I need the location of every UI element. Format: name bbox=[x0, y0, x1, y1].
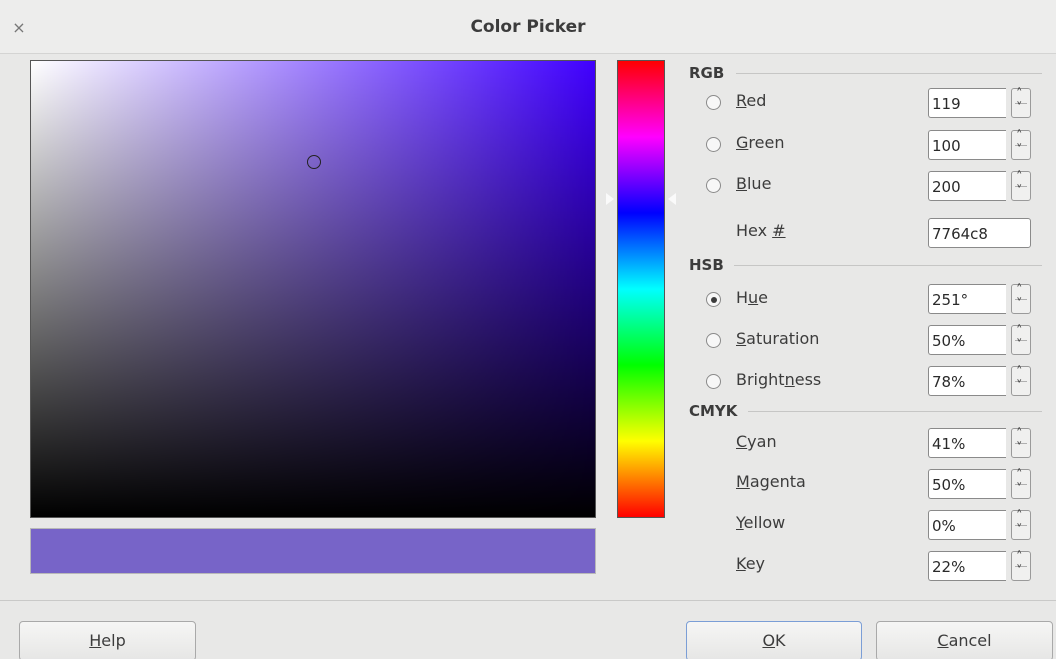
spin-arrows-icon[interactable] bbox=[1011, 129, 1031, 160]
title-bar: × Color Picker bbox=[0, 0, 1056, 54]
spin-arrows-icon[interactable] bbox=[1011, 427, 1031, 458]
label-saturation: Saturation bbox=[736, 329, 820, 348]
spin-arrows-icon[interactable] bbox=[1011, 468, 1031, 499]
cyan-input[interactable]: 41% bbox=[928, 428, 1006, 458]
triangle-marker-icon[interactable] bbox=[668, 192, 676, 205]
label-hue: Hue bbox=[736, 288, 769, 307]
spin-arrows-icon[interactable] bbox=[1011, 324, 1031, 355]
cancel-button[interactable]: Cancel bbox=[876, 621, 1053, 659]
section-rgb: RGB bbox=[689, 64, 725, 82]
brightness-input[interactable]: 78% bbox=[928, 366, 1006, 396]
label-blue: Blue bbox=[736, 174, 772, 193]
label-yellow: Yellow bbox=[736, 513, 786, 532]
section-hsb: HSB bbox=[689, 256, 724, 274]
saturation-brightness-field[interactable] bbox=[30, 60, 596, 518]
color-preview bbox=[30, 528, 596, 574]
radio-red[interactable] bbox=[706, 95, 721, 110]
color-cursor[interactable] bbox=[307, 154, 321, 169]
footer-divider bbox=[0, 600, 1056, 601]
label-key: Key bbox=[736, 554, 766, 573]
spin-arrows-icon[interactable] bbox=[1011, 87, 1031, 118]
label-hex: Hex # bbox=[736, 221, 786, 240]
hue-input[interactable]: 251° bbox=[928, 284, 1006, 314]
saturation-input[interactable]: 50% bbox=[928, 325, 1006, 355]
dialog-title: Color Picker bbox=[470, 17, 586, 37]
label-magenta: Magenta bbox=[736, 472, 806, 491]
hex-input[interactable]: 7764c8 bbox=[928, 218, 1031, 248]
triangle-marker-icon[interactable] bbox=[606, 192, 614, 205]
section-divider bbox=[734, 265, 1042, 266]
spin-arrows-icon[interactable] bbox=[1011, 170, 1031, 201]
blue-input[interactable]: 200 bbox=[928, 171, 1006, 201]
spin-arrows-icon[interactable] bbox=[1011, 509, 1031, 540]
spin-arrows-icon[interactable] bbox=[1011, 365, 1031, 396]
sv-black-layer bbox=[31, 61, 595, 517]
ok-button[interactable]: OK bbox=[686, 621, 862, 659]
red-input[interactable]: 119 bbox=[928, 88, 1006, 118]
section-divider bbox=[736, 73, 1042, 74]
radio-saturation[interactable] bbox=[706, 333, 721, 348]
help-button[interactable]: Help bbox=[19, 621, 196, 659]
radio-green[interactable] bbox=[706, 137, 721, 152]
section-cmyk: CMYK bbox=[689, 402, 738, 420]
green-input[interactable]: 100 bbox=[928, 130, 1006, 160]
radio-brightness[interactable] bbox=[706, 374, 721, 389]
label-red: Red bbox=[736, 91, 767, 110]
label-green: Green bbox=[736, 133, 785, 152]
radio-blue[interactable] bbox=[706, 178, 721, 193]
magenta-input[interactable]: 50% bbox=[928, 469, 1006, 499]
spin-arrows-icon[interactable] bbox=[1011, 283, 1031, 314]
spin-arrows-icon[interactable] bbox=[1011, 550, 1031, 581]
label-brightness: Brightness bbox=[736, 370, 822, 389]
key-input[interactable]: 22% bbox=[928, 551, 1006, 581]
section-divider bbox=[748, 411, 1042, 412]
hue-slider[interactable] bbox=[617, 60, 665, 518]
yellow-input[interactable]: 0% bbox=[928, 510, 1006, 540]
label-cyan: Cyan bbox=[736, 432, 777, 451]
radio-hue[interactable] bbox=[706, 292, 721, 307]
